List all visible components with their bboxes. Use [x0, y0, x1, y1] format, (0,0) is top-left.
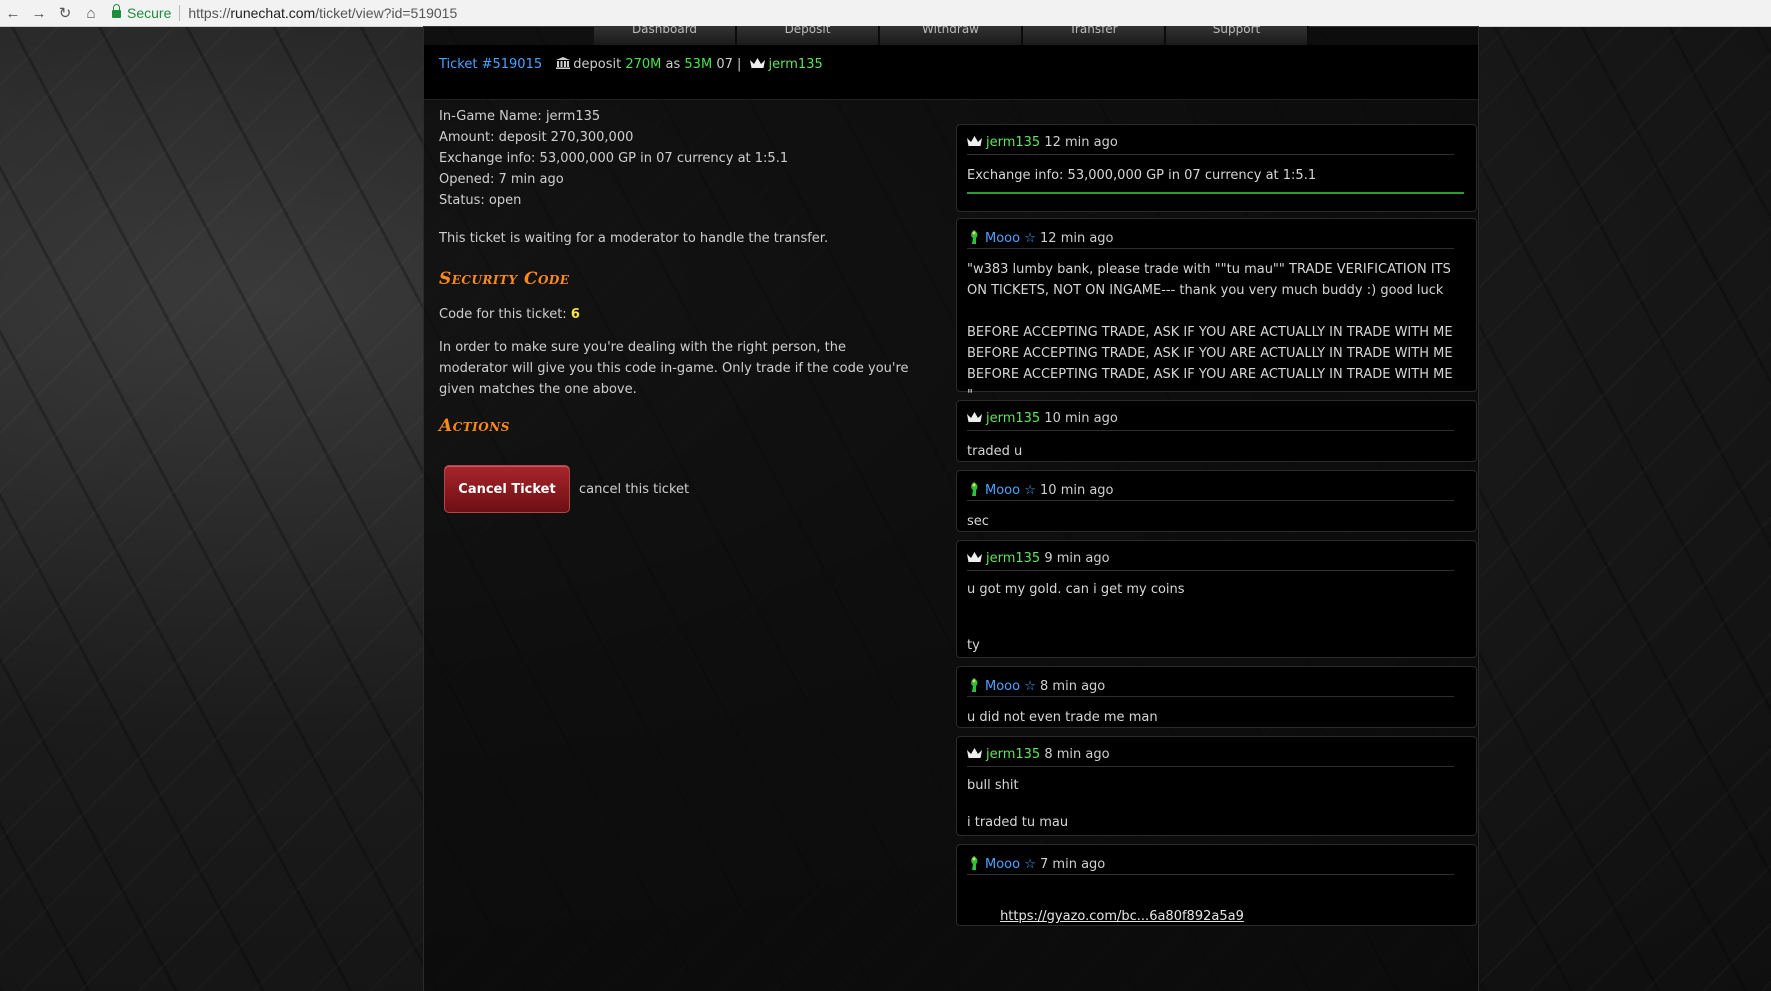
nav-withdraw[interactable]: Withdraw: [880, 26, 1023, 45]
message-body: sec: [967, 514, 989, 529]
browser-toolbar: ← → ↻ ⌂ Secure https://runechat.com/tick…: [0, 0, 1771, 27]
message-time: 10 min ago: [1040, 483, 1114, 498]
address-bar[interactable]: Secure https://runechat.com/ticket/view?…: [112, 2, 457, 24]
crown-icon: [749, 58, 765, 68]
crown-icon: [967, 748, 982, 758]
message-item: jerm135 9 min ago u got my gold. can i g…: [956, 540, 1477, 658]
message-author[interactable]: jerm135: [986, 551, 1040, 566]
secure-label: Secure: [127, 5, 172, 21]
message-time: 8 min ago: [1044, 747, 1110, 762]
exchange-line: Exchange info: 53,000,000 GP in 07 curre…: [439, 151, 789, 166]
waiting-notice: This ticket is waiting for a moderator t…: [439, 231, 829, 246]
ticket-user-link[interactable]: jerm135: [769, 57, 823, 72]
reload-icon[interactable]: ↻: [52, 4, 78, 22]
ticket-summary: Ticket #519015 deposit 270M as 53M 07 | …: [439, 57, 823, 72]
message-body: bull shit i traded tu mau: [967, 778, 1069, 830]
message-body: u did not even trade me man: [967, 710, 1158, 725]
message-time: 10 min ago: [1044, 411, 1118, 426]
ticket-amount: 270M: [625, 57, 662, 72]
message-author[interactable]: jerm135: [986, 747, 1040, 762]
message-item: Mooo ☆ 8 min ago u did not even trade me…: [956, 666, 1477, 728]
message-time: 12 min ago: [1040, 231, 1114, 246]
message-header: jerm135 12 min ago: [967, 135, 1454, 155]
back-arrow-icon[interactable]: ←: [0, 5, 26, 22]
ticket-header: [424, 45, 1478, 100]
message-author[interactable]: Mooo ☆: [985, 483, 1036, 498]
message-author[interactable]: Mooo ☆: [985, 679, 1036, 694]
opened-line: Opened: 7 min ago: [439, 172, 564, 187]
ticket-id-link[interactable]: Ticket #519015: [439, 57, 542, 72]
message-item: Mooo ☆ 7 min ago https://gyazo.com/bc...…: [956, 844, 1477, 926]
message-body: traded u: [967, 444, 1023, 459]
content-panel: Dashboard Deposit Withdraw Transfer Supp…: [423, 26, 1479, 991]
moderator-icon: [971, 482, 978, 496]
forward-arrow-icon[interactable]: →: [26, 5, 52, 22]
message-author[interactable]: jerm135: [986, 411, 1040, 426]
message-divider: [967, 192, 1464, 194]
address-divider: [179, 5, 181, 21]
message-time: 12 min ago: [1044, 135, 1118, 150]
code-explanation: In order to make sure you're dealing wit…: [439, 340, 909, 397]
code-line: Code for this ticket: 6: [439, 304, 929, 325]
nav-support[interactable]: Support: [1166, 26, 1309, 45]
ticket-converted: 53M: [684, 57, 713, 72]
message-header: jerm135 8 min ago: [967, 747, 1454, 767]
gyazo-link[interactable]: https://gyazo.com/bc...6a80f892a5a9: [1000, 909, 1244, 924]
message-author[interactable]: Mooo ☆: [985, 231, 1036, 246]
crown-icon: [967, 412, 982, 422]
message-item: jerm135 8 min ago bull shit i traded tu …: [956, 736, 1477, 836]
message-header: jerm135 9 min ago: [967, 551, 1454, 571]
code-value: 6: [570, 307, 580, 322]
crown-icon: [967, 136, 982, 146]
lock-icon: [112, 4, 121, 18]
message-item: jerm135 12 min ago Exchange info: 53,000…: [956, 124, 1477, 212]
ticket-as: as: [665, 57, 681, 72]
code-label: Code for this ticket:: [439, 307, 567, 322]
message-header: Mooo ☆ 10 min ago: [967, 481, 1454, 501]
message-time: 7 min ago: [1040, 857, 1106, 872]
moderator-icon: [971, 230, 978, 244]
moderator-icon: [971, 856, 978, 870]
message-body: "w383 lumby bank, please trade with ""tu…: [967, 262, 1453, 403]
message-header: Mooo ☆ 7 min ago: [967, 855, 1454, 875]
message-header: jerm135 10 min ago: [967, 411, 1454, 431]
moderator-icon: [971, 678, 978, 692]
url-host: runechat.com: [230, 5, 316, 21]
actions-heading: Actions: [439, 416, 510, 436]
url-protocol: https://: [188, 5, 231, 21]
message-item: Mooo ☆ 12 min ago "w383 lumby bank, plea…: [956, 218, 1477, 403]
message-header: Mooo ☆ 12 min ago: [967, 229, 1454, 249]
message-author[interactable]: Mooo ☆: [985, 857, 1036, 872]
status-line: Status: open: [439, 193, 522, 208]
crown-icon: [967, 552, 982, 562]
security-code-heading: Security Code: [439, 269, 570, 289]
top-navigation: Dashboard Deposit Withdraw Transfer Supp…: [594, 26, 1309, 45]
nav-dashboard[interactable]: Dashboard: [594, 26, 737, 45]
nav-deposit[interactable]: Deposit: [737, 26, 880, 45]
message-time: 8 min ago: [1040, 679, 1106, 694]
message-header: Mooo ☆ 8 min ago: [967, 677, 1454, 697]
amount-line: Amount: deposit 270,300,000: [439, 130, 634, 145]
actions-row: Cancel Ticket cancel this ticket: [444, 465, 929, 513]
ticket-type: deposit: [573, 57, 622, 72]
bank-icon: [556, 57, 571, 69]
ticket-separator: |: [737, 57, 742, 72]
nav-transfer[interactable]: Transfer: [1023, 26, 1166, 45]
url-path: /ticket/view?id=519015: [315, 5, 458, 21]
home-icon[interactable]: ⌂: [78, 5, 104, 22]
message-body: Exchange info: 53,000,000 GP in 07 curre…: [967, 168, 1317, 183]
ingame-name: In-Game Name: jerm135: [439, 109, 601, 124]
message-item: Mooo ☆ 10 min ago sec: [956, 470, 1477, 532]
cancel-ticket-button[interactable]: Cancel Ticket: [444, 465, 570, 513]
message-time: 9 min ago: [1044, 551, 1110, 566]
ticket-details: In-Game Name: jerm135 Amount: deposit 27…: [439, 106, 929, 513]
message-body: u got my gold. can i get my coins ty: [967, 582, 1185, 654]
message-item: jerm135 10 min ago traded u: [956, 400, 1477, 462]
message-author[interactable]: jerm135: [986, 135, 1040, 150]
cancel-note: cancel this ticket: [579, 481, 690, 497]
ticket-currency: 07: [716, 57, 733, 72]
message-body-container: https://gyazo.com/bc...6a80f892a5a9: [967, 885, 1462, 948]
